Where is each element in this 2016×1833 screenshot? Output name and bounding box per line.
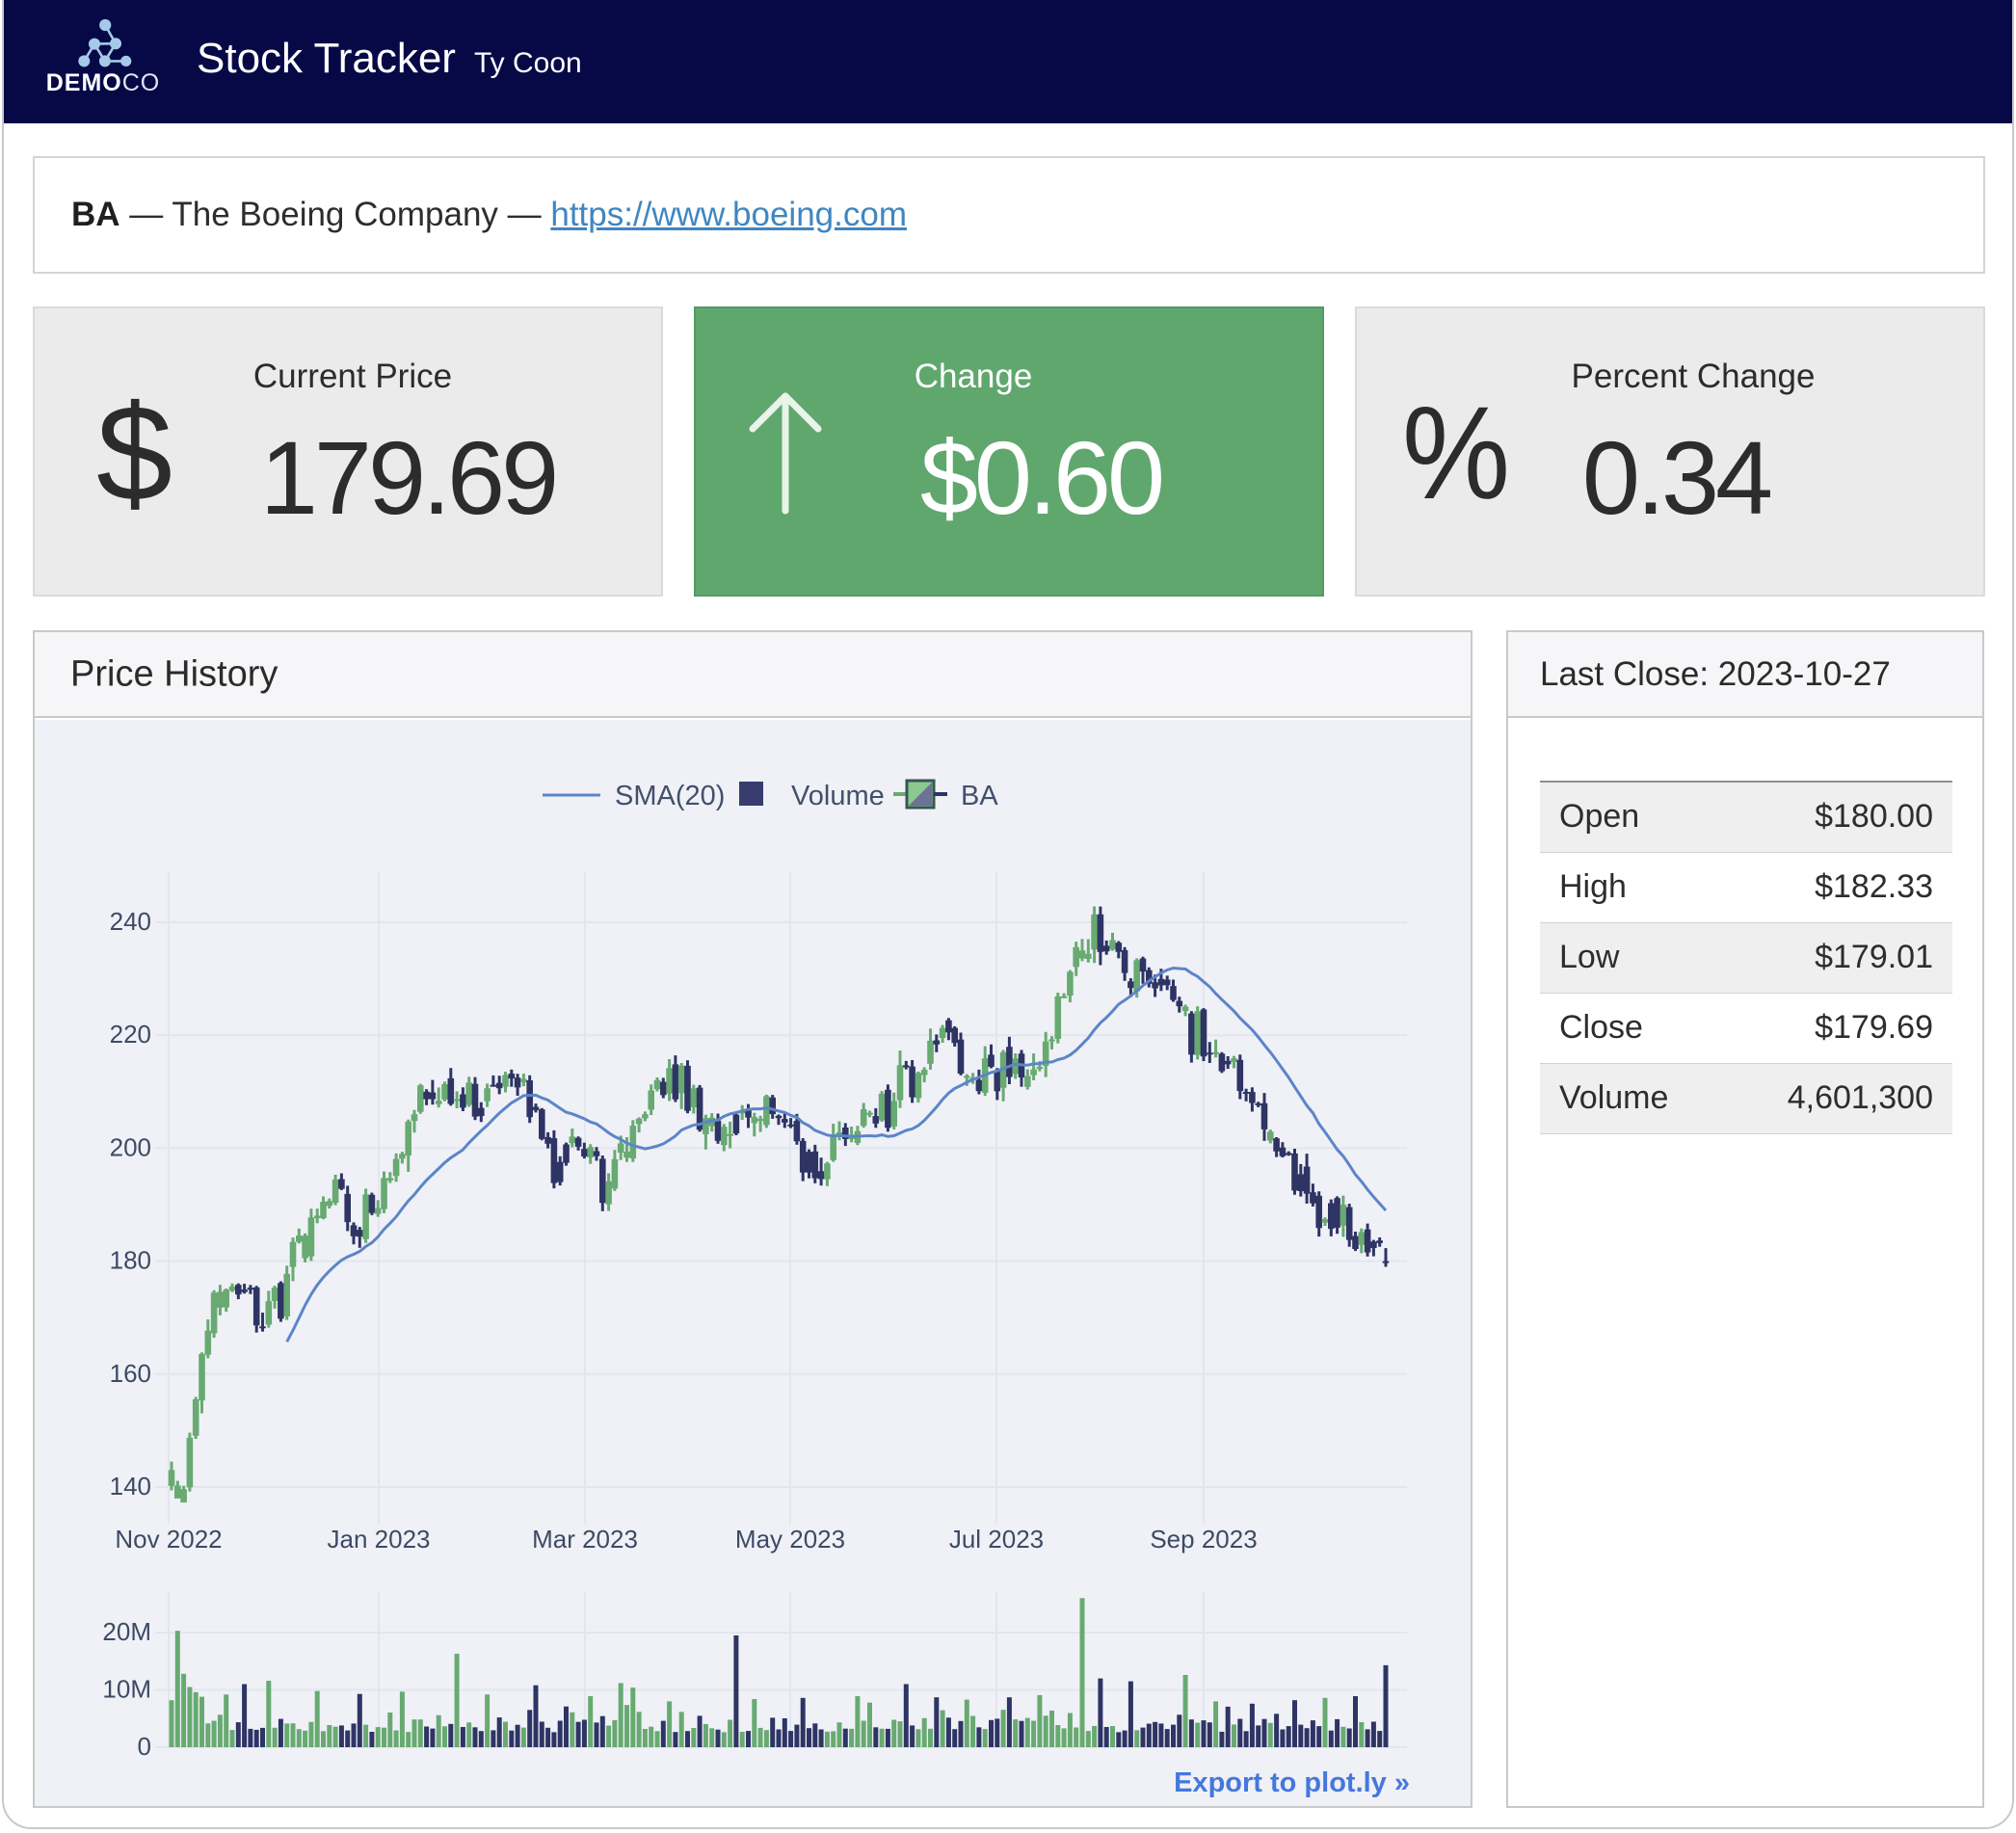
svg-text:Nov 2022: Nov 2022 [115, 1525, 222, 1554]
svg-text:Jan 2023: Jan 2023 [328, 1525, 431, 1554]
svg-text:0: 0 [138, 1732, 151, 1761]
svg-text:180: 180 [110, 1246, 151, 1275]
svg-text:SMA(20): SMA(20) [615, 781, 725, 811]
svg-text:Sep 2023: Sep 2023 [1150, 1525, 1257, 1554]
svg-text:10M: 10M [102, 1675, 151, 1704]
svg-text:220: 220 [110, 1020, 151, 1049]
svg-text:140: 140 [110, 1472, 151, 1501]
svg-text:BA: BA [961, 781, 998, 811]
svg-text:20M: 20M [102, 1617, 151, 1646]
svg-text:Jul 2023: Jul 2023 [949, 1525, 1044, 1554]
svg-text:May 2023: May 2023 [735, 1525, 845, 1554]
svg-text:160: 160 [110, 1359, 151, 1388]
svg-text:Export to plot.ly »: Export to plot.ly » [1174, 1767, 1410, 1798]
svg-text:Mar 2023: Mar 2023 [532, 1525, 638, 1554]
svg-text:Volume: Volume [791, 781, 885, 811]
svg-text:200: 200 [110, 1132, 151, 1161]
svg-text:240: 240 [110, 907, 151, 936]
